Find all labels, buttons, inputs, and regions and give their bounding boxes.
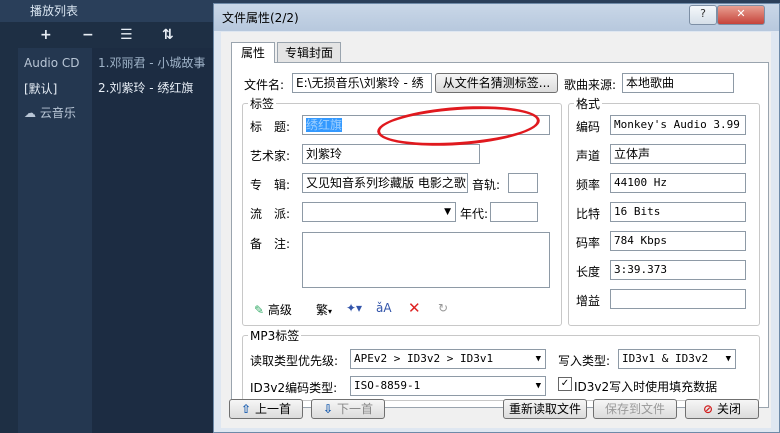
- gain-label: 增益: [576, 294, 601, 308]
- read-priority-label: 读取类型优先级:: [250, 354, 339, 368]
- year-field[interactable]: [490, 202, 538, 222]
- channel-label: 声道: [576, 149, 601, 163]
- convert-icon[interactable]: ✦▾: [346, 301, 362, 315]
- pad-label: ID3v2写入时使用填充数据: [574, 380, 718, 394]
- sidebar-item-default[interactable]: [默认]: [24, 80, 57, 97]
- chevron-down-icon: ▼: [444, 207, 451, 217]
- file-properties-dialog: 文件属性(2/2) ? ✕ 属性 专辑封面 文件名: E:\无损音乐\刘紫玲 -…: [213, 3, 780, 433]
- sidebar-item-audio-cd[interactable]: Audio CD: [24, 56, 80, 70]
- sidebar-item-cloud-label: 云音乐: [39, 106, 76, 120]
- artist-label: 艺术家:: [250, 149, 291, 163]
- song-item[interactable]: 2.刘紫玲 - 绣红旗: [98, 79, 193, 96]
- guess-tag-button[interactable]: 从文件名猜测标签...: [435, 73, 558, 93]
- dialog-client-area: 属性 专辑封面 文件名: E:\无损音乐\刘紫玲 - 绣 从文件名猜测标签...…: [221, 32, 771, 428]
- list-menu-button[interactable]: ☰: [120, 26, 133, 44]
- year-label: 年代:: [460, 207, 489, 221]
- arrow-down-icon: ⇩: [323, 402, 334, 416]
- chevron-down-icon: ▼: [535, 354, 541, 364]
- bitrate-field[interactable]: 784 Kbps: [610, 231, 746, 251]
- format-group-title: 格式: [574, 95, 603, 112]
- codec-field[interactable]: Monkey's Audio 3.99: [610, 115, 746, 135]
- channel-field[interactable]: 立体声: [610, 144, 746, 164]
- song-list: 1.邓丽君 - 小城故事 2.刘紫玲 - 绣红旗: [92, 48, 222, 433]
- playlist-sidebar: Audio CD [默认] ☁ 云音乐: [18, 48, 92, 433]
- bits-field[interactable]: 16 Bits: [610, 202, 746, 222]
- codec-label: 编码: [576, 120, 601, 134]
- chevron-down-icon: ▼: [535, 381, 541, 391]
- playlist-toolbar: + − ☰ ⇅: [20, 26, 220, 44]
- mp3-group-title: MP3标签: [248, 327, 302, 344]
- bitrate-label: 码率: [576, 236, 601, 250]
- next-track-button[interactable]: ⇩ 下一首: [311, 399, 385, 419]
- advanced-button[interactable]: ✎ 高级: [254, 301, 292, 318]
- chevron-down-icon: ▾: [328, 307, 333, 316]
- next-label: 下一首: [336, 402, 373, 416]
- add-button[interactable]: +: [40, 26, 52, 44]
- tab-album-cover[interactable]: 专辑封面: [277, 42, 341, 62]
- sidebar-item-cloud-music[interactable]: ☁ 云音乐: [24, 104, 76, 121]
- undo-icon[interactable]: ↻: [438, 301, 448, 315]
- write-type-select[interactable]: ID3v1 & ID3v2 ▼: [618, 349, 736, 369]
- playlist-title: 播放列表: [30, 4, 79, 18]
- filename-label: 文件名:: [244, 78, 285, 92]
- remove-button[interactable]: −: [82, 26, 94, 44]
- song-item[interactable]: 1.邓丽君 - 小城故事: [98, 54, 205, 71]
- genre-label: 流 派:: [250, 207, 291, 221]
- tag-group-title: 标签: [248, 95, 277, 112]
- close-label: 关闭: [716, 402, 741, 416]
- tab-properties[interactable]: 属性: [231, 42, 275, 63]
- stop-icon: ⊘: [703, 402, 714, 416]
- id3-encoding-select[interactable]: ISO-8859-1 ▼: [350, 376, 546, 396]
- comment-field[interactable]: [302, 232, 550, 288]
- edit-icon: ✎: [254, 303, 265, 317]
- reread-file-button[interactable]: 重新读取文件: [503, 399, 587, 419]
- album-field[interactable]: 又见知音系列珍藏版 电影之歌: [302, 173, 468, 193]
- track-label: 音轨:: [472, 178, 501, 192]
- cloud-icon: ☁: [24, 106, 40, 120]
- chevron-down-icon: ▼: [725, 354, 731, 364]
- comment-label: 备 注:: [250, 237, 291, 251]
- id3-encoding-label: ID3v2编码类型:: [250, 381, 338, 395]
- gain-field[interactable]: [610, 289, 746, 309]
- save-to-file-button[interactable]: 保存到文件: [593, 399, 677, 419]
- id3-encoding-value: ISO-8859-1: [354, 379, 421, 392]
- read-priority-value: APEv2 > ID3v2 > ID3v1: [354, 352, 494, 365]
- title-label: 标 题:: [250, 120, 291, 134]
- close-button[interactable]: ⊘ 关闭: [685, 399, 759, 419]
- advanced-label: 高级: [267, 303, 292, 317]
- font-case-icon[interactable]: ǎA: [376, 301, 392, 315]
- dialog-title-bar: 文件属性(2/2) ? ✕: [214, 4, 779, 31]
- source-label: 歌曲来源:: [564, 78, 617, 92]
- filename-field[interactable]: E:\无损音乐\刘紫玲 - 绣: [292, 73, 432, 93]
- length-field[interactable]: 3:39.373: [610, 260, 746, 280]
- prev-track-button[interactable]: ⇧ 上一首: [229, 399, 303, 419]
- delete-icon[interactable]: ✕: [408, 299, 421, 317]
- arrow-up-icon: ⇧: [241, 402, 252, 416]
- write-type-label: 写入类型:: [558, 354, 611, 368]
- dialog-title: 文件属性(2/2): [222, 11, 299, 25]
- help-button[interactable]: ?: [689, 5, 717, 25]
- frequency-field[interactable]: 44100 Hz: [610, 173, 746, 193]
- frequency-label: 频率: [576, 178, 601, 192]
- write-type-value: ID3v1 & ID3v2: [622, 352, 709, 365]
- artist-field[interactable]: 刘紫玲: [302, 144, 480, 164]
- traditional-label: 繁: [316, 303, 329, 317]
- track-field[interactable]: [508, 173, 538, 193]
- bits-label: 比特: [576, 207, 601, 221]
- album-label: 专 辑:: [250, 178, 291, 192]
- read-priority-select[interactable]: APEv2 > ID3v2 > ID3v1 ▼: [350, 349, 546, 369]
- title-value: 绣红旗: [306, 118, 343, 132]
- length-label: 长度: [576, 265, 601, 279]
- genre-select[interactable]: ▼: [302, 202, 456, 222]
- pad-checkbox[interactable]: ✓: [558, 377, 572, 391]
- sort-button[interactable]: ⇅: [162, 26, 174, 44]
- prev-label: 上一首: [254, 402, 291, 416]
- traditional-chinese-button[interactable]: 繁▾: [316, 301, 332, 318]
- source-field[interactable]: 本地歌曲: [622, 73, 734, 93]
- close-window-button[interactable]: ✕: [717, 5, 765, 25]
